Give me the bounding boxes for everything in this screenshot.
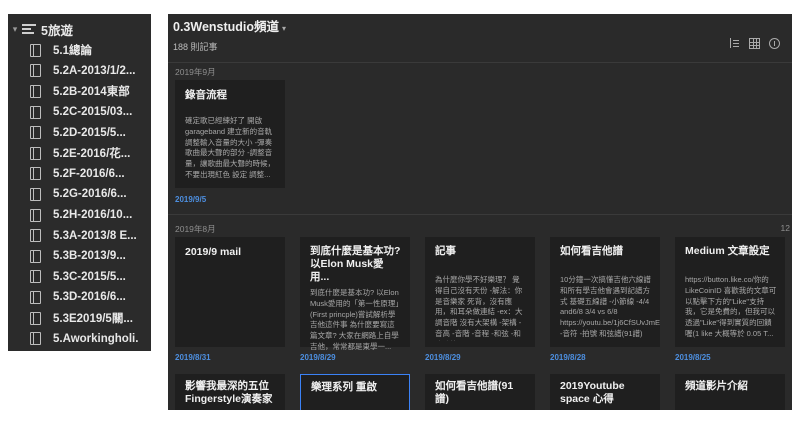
notebook-icon <box>30 43 41 57</box>
notebook-icon <box>30 64 41 78</box>
note-card-title: 如何看吉他譜(91譜) <box>435 380 514 405</box>
note-card-date: 2019/9/5 <box>175 195 207 204</box>
share-icon[interactable] <box>769 38 780 49</box>
note-card[interactable]: 頻道影片介紹 <box>675 374 785 410</box>
notebook-item-label: 5.2G-2016/6... <box>53 188 127 201</box>
notebook-item-label: 5.2B-2014東部 <box>53 86 130 99</box>
note-card-snippet: 為什麼你學不好樂理？ 覺得自己沒有天份 -解法：你是音樂家 死背，沒有應用，和耳… <box>435 275 523 341</box>
notebook-item[interactable]: 5.2C-2015/03... <box>8 102 151 123</box>
note-card-snippet: 到底什麼是基本功? 以Elon Musk愛用的「第一性原理」(First pri… <box>310 288 400 351</box>
note-card[interactable]: 到底什麼是基本功?以Elon Musk愛用... 到底什麼是基本功? 以Elon… <box>300 237 410 351</box>
note-card-date: 2019/8/28 <box>550 353 586 362</box>
note-card-title: 錄音流程 <box>185 89 227 101</box>
note-card[interactable]: 記事 為什麼你學不好樂理？ 覺得自己沒有天份 -解法：你是音樂家 死背，沒有應用… <box>425 237 535 347</box>
note-card-title: 影響我最深的五位Fingerstyle演奏家 <box>185 380 273 405</box>
month-separator <box>168 214 792 215</box>
notebook-icon <box>30 290 41 304</box>
note-card[interactable]: Medium 文章設定 https://button.like.co/你的Lik… <box>675 237 785 347</box>
note-card[interactable]: 如何看吉他譜 10分鐘一次搞懂吉他六線譜和所有學吉他會遇到記譜方式 基礎五線譜 … <box>550 237 660 347</box>
note-card-title: 頻道影片介紹 <box>685 380 748 392</box>
notebook-icon <box>30 229 41 243</box>
notebook-item[interactable]: 5.2F-2016/6... <box>8 164 151 185</box>
note-card[interactable]: 2019Youtube space 心得 <box>550 374 660 410</box>
chevron-down-icon: ▾ <box>282 24 287 33</box>
note-card-title: 到底什麼是基本功?以Elon Musk愛用... <box>310 245 401 283</box>
note-card-title: 2019/9 mail <box>185 246 242 258</box>
grid-view-icon[interactable] <box>749 38 760 49</box>
notebook-item[interactable]: 5.3C-2015/5... <box>8 267 151 288</box>
notebook-item-label: 5.2C-2015/03... <box>53 106 133 119</box>
notebook-icon <box>30 270 41 284</box>
view-toolbar <box>729 38 780 49</box>
notebook-item[interactable]: 5.3A-2013/8 E... <box>8 225 151 246</box>
notebook-item[interactable]: 5.2D-2015/5... <box>8 122 151 143</box>
notebook-title: 0.3Wenstudio頻道 <box>173 20 280 34</box>
note-card-title: 記事 <box>435 245 456 257</box>
notebook-item[interactable]: 5.2B-2014東部 <box>8 81 151 102</box>
note-card-selected[interactable]: 樂理系列 重啟 <box>300 374 410 410</box>
notebook-item[interactable]: 5.Aworkingholi... <box>8 328 151 349</box>
notebook-item-label: 5.3C-2015/5... <box>53 270 126 283</box>
note-count: 188 則記事 <box>173 42 218 52</box>
note-card-snippet: 確定歌已經練好了 開啟garageband 建立新的音軌 調整輸入音量的大小 -… <box>185 116 275 179</box>
notebook-icon <box>30 187 41 201</box>
notebook-item-label: 5.3B-2013/9... <box>53 250 126 263</box>
notebook-stack-5-travel[interactable]: ▾ 5旅遊 <box>8 18 151 40</box>
sort-icon[interactable] <box>729 38 740 49</box>
notebook-icon <box>30 208 41 222</box>
note-list-panel: 0.3Wenstudio頻道 ▾ 188 則記事 2019年9月 錄音流程 確定歌… <box>168 14 792 410</box>
notebook-stack-label: 5旅遊 <box>41 23 73 38</box>
note-card-date: 2019/8/29 <box>300 353 336 362</box>
month-header-2019-08: 2019年8月 <box>175 224 216 234</box>
notebook-item-label: 5.1總論 <box>53 45 92 58</box>
notebook-item[interactable]: 5.3D-2016/6... <box>8 287 151 308</box>
notebook-icon <box>30 311 41 325</box>
notebook-stack-icon <box>22 22 36 36</box>
notebook-icon <box>30 126 41 140</box>
notebook-item-label: 5.2H-2016/10... <box>53 209 133 222</box>
notebook-item[interactable]: 5.2A-2013/1/2... <box>8 61 151 82</box>
note-list-header: 0.3Wenstudio頻道 ▾ 188 則記事 <box>168 14 792 63</box>
notebook-item[interactable]: 5.2E-2016/花... <box>8 143 151 164</box>
notebook-item[interactable]: 5.2G-2016/6... <box>8 184 151 205</box>
note-card-date: 2019/8/25 <box>675 353 711 362</box>
notebook-item[interactable]: 5.3B-2013/9... <box>8 246 151 267</box>
note-card-snippet: 10分鐘一次搞懂吉他六線譜和所有學吉他會遇到記譜方式 基礎五線譜 -小節線 -4… <box>560 275 660 341</box>
notebook-item[interactable]: 5.2H-2016/10... <box>8 205 151 226</box>
note-card-date: 2019/8/31 <box>175 353 211 362</box>
notebook-icon <box>30 146 41 160</box>
notebook-item-label: 5.2E-2016/花... <box>53 148 131 161</box>
notebook-icon <box>30 332 41 346</box>
month-separator-counter: 12 <box>780 223 790 233</box>
note-card-date: 2019/8/29 <box>425 353 461 362</box>
note-card[interactable]: 影響我最深的五位Fingerstyle演奏家 <box>175 374 285 410</box>
note-card[interactable]: 如何看吉他譜(91譜) <box>425 374 535 410</box>
notebook-item-label: 5.3A-2013/8 E... <box>53 229 137 242</box>
notebook-icon <box>30 167 41 181</box>
notebook-item-label: 5.2D-2015/5... <box>53 126 126 139</box>
notebook-item[interactable]: 5.1總論 <box>8 40 151 61</box>
note-card-title: 樂理系列 重啟 <box>311 381 377 393</box>
notebook-sidebar: ▾ 5旅遊 5.1總論 5.2A-2013/1/2... 5.2B-2014東部… <box>8 14 151 351</box>
notebook-item-label: 5.3E2019/5關... <box>53 313 133 326</box>
notebook-item-label: 5.Aworkingholi... <box>53 332 139 345</box>
note-card[interactable]: 2019/9 mail <box>175 237 285 347</box>
notebook-icon <box>30 84 41 98</box>
note-card-snippet: https://button.like.co/你的LikeCoinID 喜歡我的… <box>685 275 777 338</box>
notebook-item-label: 5.3D-2016/6... <box>53 291 126 304</box>
notebook-item-label: 5.2F-2016/6... <box>53 167 125 180</box>
note-card-title: 2019Youtube space 心得 <box>560 380 625 405</box>
note-card[interactable]: 錄音流程 確定歌已經練好了 開啟garageband 建立新的音軌 調整輸入音量… <box>175 80 285 188</box>
notebook-item[interactable]: 5.3E2019/5關... <box>8 308 151 329</box>
notebook-icon <box>30 249 41 263</box>
notebook-title-dropdown[interactable]: 0.3Wenstudio頻道 ▾ <box>173 16 286 35</box>
notebook-icon <box>30 105 41 119</box>
notebook-item-label: 5.2A-2013/1/2... <box>53 64 136 77</box>
month-header-2019-09: 2019年9月 <box>175 67 216 77</box>
chevron-down-icon[interactable]: ▾ <box>10 24 20 35</box>
note-card-title: Medium 文章設定 <box>685 245 770 257</box>
note-card-title: 如何看吉他譜 <box>560 245 623 257</box>
